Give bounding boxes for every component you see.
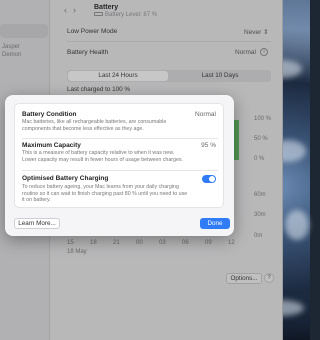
battery-health-card: Battery Condition Normal Mac batteries, …: [14, 103, 224, 208]
capacity-description: This is a measure of battery capacity re…: [22, 150, 184, 163]
condition-value: Normal: [195, 111, 216, 118]
toggle-knob: [209, 176, 215, 182]
condition-title: Battery Condition: [22, 111, 77, 118]
divider: [22, 138, 218, 139]
capacity-title: Maximum Capacity: [22, 142, 81, 149]
optimised-charging-toggle[interactable]: [202, 175, 216, 183]
optimised-charging-description: To reduce battery ageing, your Mac learn…: [22, 184, 188, 203]
battery-health-dialog: Battery Condition Normal Mac batteries, …: [5, 95, 234, 236]
done-button[interactable]: Done: [200, 218, 230, 229]
learn-more-button[interactable]: Learn More...: [14, 218, 60, 229]
condition-description: Mac batteries, like all rechargeable bat…: [22, 119, 167, 132]
optimised-charging-title: Optimised Battery Charging: [22, 175, 109, 182]
capacity-value: 95 %: [201, 142, 216, 149]
divider: [22, 170, 218, 171]
